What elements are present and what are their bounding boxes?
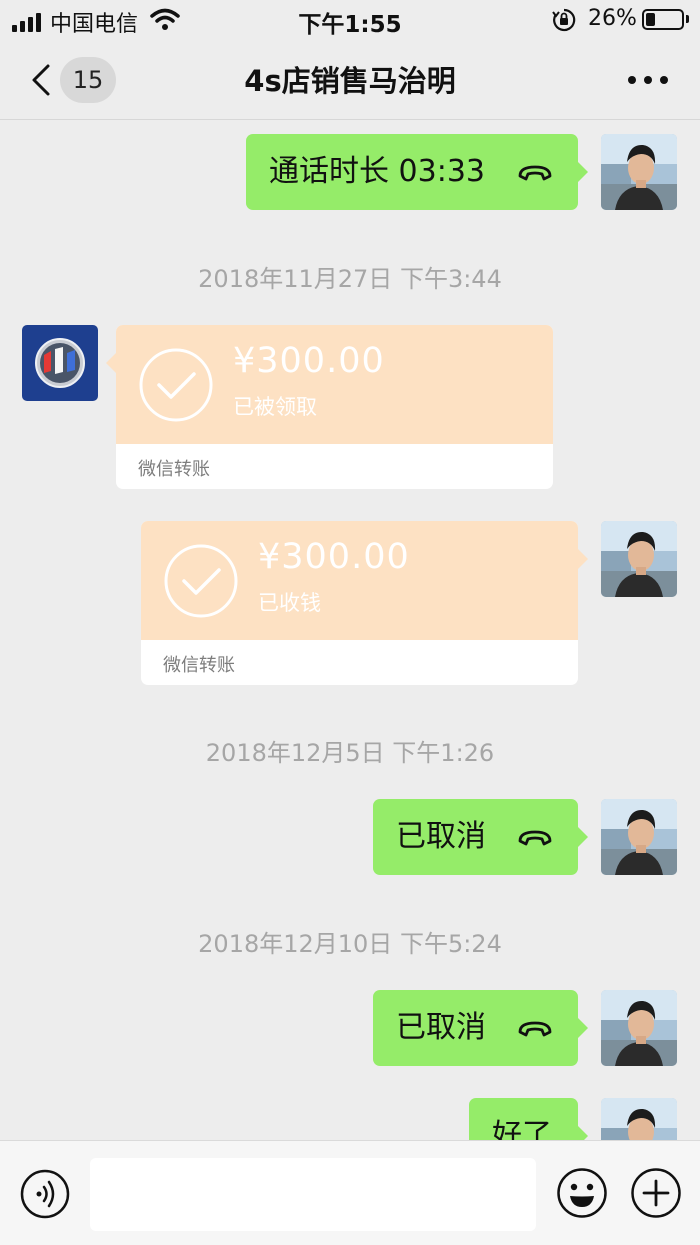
- chat-title: 4s店销售马治明: [244, 64, 456, 98]
- message-input-bar: [0, 1140, 700, 1245]
- checkmark-circle-icon: [139, 348, 213, 422]
- chat-header: 15 4s店销售马治明: [0, 40, 700, 120]
- phone-hangup-icon: [518, 165, 552, 181]
- transfer-amount: ¥300.00: [258, 537, 410, 577]
- transfer-status: 已被领取: [233, 395, 317, 419]
- call-message-bubble[interactable]: 通话时长 03:33: [246, 134, 588, 210]
- transfer-amount: ¥300.00: [233, 341, 385, 381]
- battery-icon: [642, 9, 684, 30]
- user-photo-icon: [601, 799, 677, 875]
- timestamp: 2018年11月27日 下午3:44: [198, 265, 502, 293]
- my-avatar[interactable]: [601, 1098, 677, 1140]
- plus-icon[interactable]: [630, 1167, 682, 1219]
- call-message-text: 通话时长 03:33: [269, 154, 485, 189]
- text-message-content: 好了: [492, 1118, 552, 1140]
- more-options-icon[interactable]: [626, 74, 670, 86]
- my-avatar[interactable]: [601, 799, 677, 875]
- buick-logo-icon: [35, 338, 85, 388]
- timestamp: 2018年12月10日 下午5:24: [198, 930, 502, 958]
- voice-input-icon[interactable]: [20, 1169, 70, 1219]
- user-photo-icon: [601, 134, 677, 210]
- call-message-text: 已取消: [396, 1010, 486, 1045]
- message-text-input[interactable]: [90, 1158, 536, 1231]
- transfer-card-header: ¥300.00 已收钱: [141, 521, 578, 640]
- wechat-transfer-card[interactable]: ¥300.00 已收钱 微信转账: [141, 521, 588, 685]
- my-avatar[interactable]: [601, 134, 677, 210]
- user-photo-icon: [601, 1098, 677, 1140]
- battery-tip: [686, 15, 689, 23]
- battery-percent: 26%: [588, 6, 637, 31]
- transfer-label: 微信转账: [163, 655, 235, 676]
- call-message-text: 已取消: [396, 819, 486, 854]
- status-bar: 中国电信 下午1:55 26%: [0, 0, 700, 40]
- transfer-card-header: ¥300.00 已被领取: [116, 325, 553, 444]
- battery-level-fill: [646, 13, 655, 26]
- emoji-icon[interactable]: [556, 1167, 608, 1219]
- contact-avatar-buick-logo[interactable]: [22, 325, 98, 401]
- phone-hangup-icon: [518, 830, 552, 846]
- user-photo-icon: [601, 990, 677, 1066]
- my-avatar[interactable]: [601, 990, 677, 1066]
- transfer-label: 微信转账: [138, 459, 210, 480]
- user-photo-icon: [601, 521, 677, 597]
- my-avatar[interactable]: [601, 521, 677, 597]
- call-message-bubble[interactable]: 已取消: [373, 990, 588, 1066]
- chat-message-list[interactable]: 通话时长 03:33 2018年11月27日 下午3:44 ¥300.00 已被…: [0, 121, 700, 1140]
- rotation-lock-icon: [552, 8, 576, 32]
- transfer-status: 已收钱: [258, 591, 321, 615]
- wechat-transfer-card[interactable]: ¥300.00 已被领取 微信转账: [106, 325, 553, 489]
- timestamp: 2018年12月5日 下午1:26: [205, 739, 495, 767]
- checkmark-circle-icon: [164, 544, 238, 618]
- call-message-bubble[interactable]: 已取消: [373, 799, 588, 875]
- text-message-bubble[interactable]: 好了: [469, 1098, 588, 1140]
- phone-hangup-icon: [518, 1021, 552, 1037]
